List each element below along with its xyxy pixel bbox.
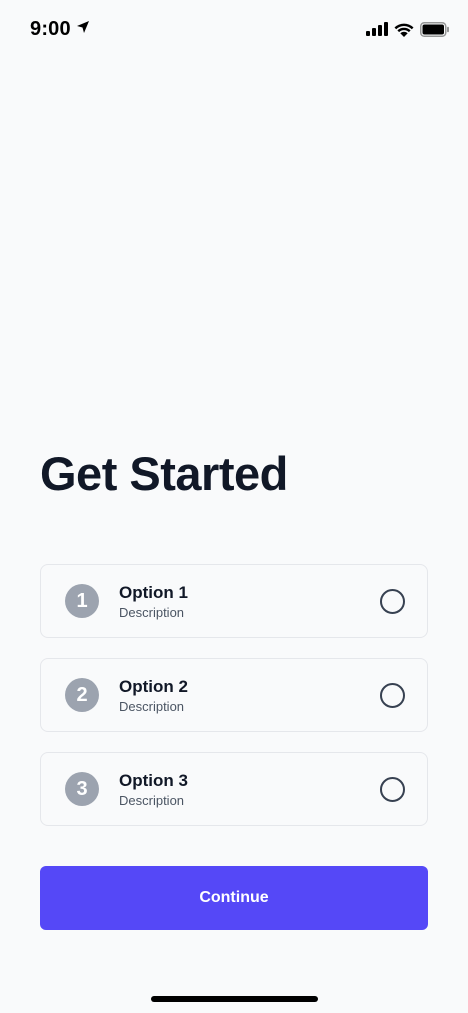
status-time: 9:00 xyxy=(30,17,71,40)
option-text: Option 2 Description xyxy=(119,677,188,715)
radio-button-1[interactable] xyxy=(380,589,405,614)
option-description: Description xyxy=(119,605,185,620)
option-title: Option 2 xyxy=(119,677,188,696)
option-text: Option 1 Description xyxy=(119,583,188,621)
radio-button-3[interactable] xyxy=(380,777,405,802)
signal-bars-icon xyxy=(366,22,388,36)
number-2-icon: 2 xyxy=(65,678,99,712)
screen: 9:00 Get Started 1 Option 1 Description … xyxy=(0,0,468,1013)
radio-button-2[interactable] xyxy=(380,683,405,708)
option-card-2[interactable]: 2 Option 2 Description xyxy=(40,658,428,732)
number-3-icon: 3 xyxy=(65,772,99,806)
home-indicator[interactable] xyxy=(151,996,318,1002)
option-title: Option 1 xyxy=(119,583,188,602)
option-text: Option 3 Description xyxy=(119,771,188,809)
page-title: Get Started xyxy=(40,447,288,500)
option-card-1[interactable]: 1 Option 1 Description xyxy=(40,564,428,638)
number-1-icon: 1 xyxy=(65,584,99,618)
wifi-icon xyxy=(394,22,414,37)
location-arrow-icon xyxy=(76,20,90,39)
option-description: Description xyxy=(119,793,185,808)
status-right xyxy=(366,21,450,37)
option-card-3[interactable]: 3 Option 3 Description xyxy=(40,752,428,826)
continue-button[interactable]: Continue xyxy=(40,866,428,930)
option-description: Description xyxy=(119,699,185,714)
status-left: 9:00 xyxy=(30,18,90,41)
status-bar: 9:00 xyxy=(0,0,468,58)
battery-icon xyxy=(420,21,450,37)
option-title: Option 3 xyxy=(119,771,188,790)
